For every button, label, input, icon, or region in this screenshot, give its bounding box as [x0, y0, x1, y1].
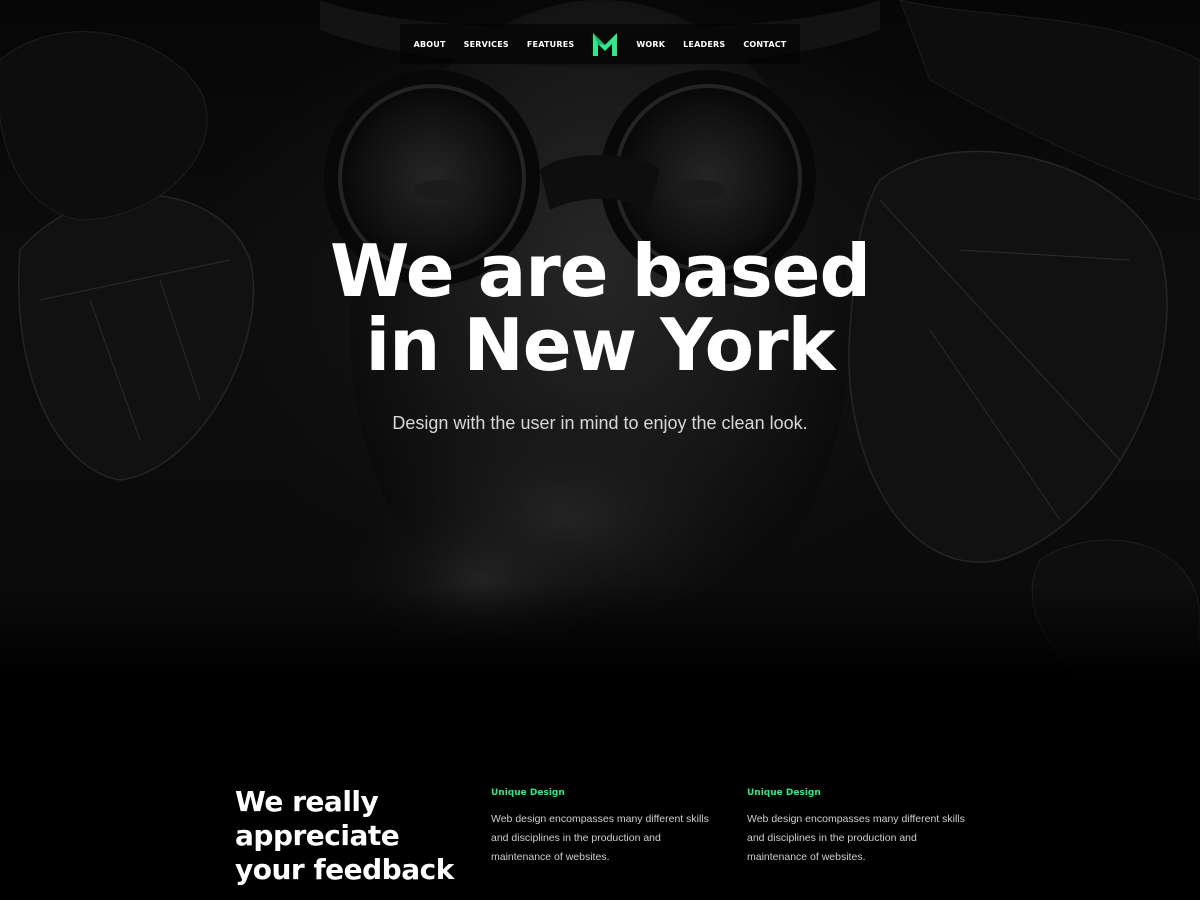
nav-item-contact[interactable]: CONTACT: [743, 40, 786, 49]
hero-subtitle: Design with the user in mind to enjoy th…: [392, 413, 808, 433]
nav-item-about[interactable]: ABOUT: [414, 40, 446, 49]
hero-headline-line-1: We are based: [329, 229, 871, 313]
nav-item-features[interactable]: FEATURES: [527, 40, 574, 49]
feature-description: Web design encompasses many different sk…: [747, 813, 965, 863]
nav-item-leaders[interactable]: LEADERS: [683, 40, 725, 49]
feedback-heading-line-1: We really: [235, 785, 379, 818]
main-navigation: ABOUT SERVICES FEATURES WORK LEADERS CON…: [0, 24, 1200, 64]
feedback-heading: We really appreciate your feedback: [235, 785, 454, 887]
feature-description: Web design encompasses many different sk…: [491, 813, 709, 863]
hero-headline-line-2: in New York: [365, 303, 835, 387]
nav-item-services[interactable]: SERVICES: [464, 40, 509, 49]
feature-title: Unique Design: [747, 788, 821, 798]
features-section: We really appreciate your feedback Uniqu…: [0, 675, 1200, 900]
nav-item-work[interactable]: WORK: [636, 40, 665, 49]
m-logo-icon[interactable]: [592, 31, 618, 57]
nav-bar: ABOUT SERVICES FEATURES WORK LEADERS CON…: [399, 24, 801, 64]
feature-card: Unique Design Web design encompasses man…: [747, 788, 967, 867]
feedback-heading-line-2: appreciate: [235, 819, 400, 852]
feature-title: Unique Design: [491, 788, 565, 798]
feature-card: Unique Design Web design encompasses man…: [491, 788, 711, 867]
hero-headline: We are based in New York: [0, 234, 1200, 382]
hero-bottom-fade: [0, 585, 1200, 675]
feedback-heading-line-3: your feedback: [235, 853, 454, 886]
